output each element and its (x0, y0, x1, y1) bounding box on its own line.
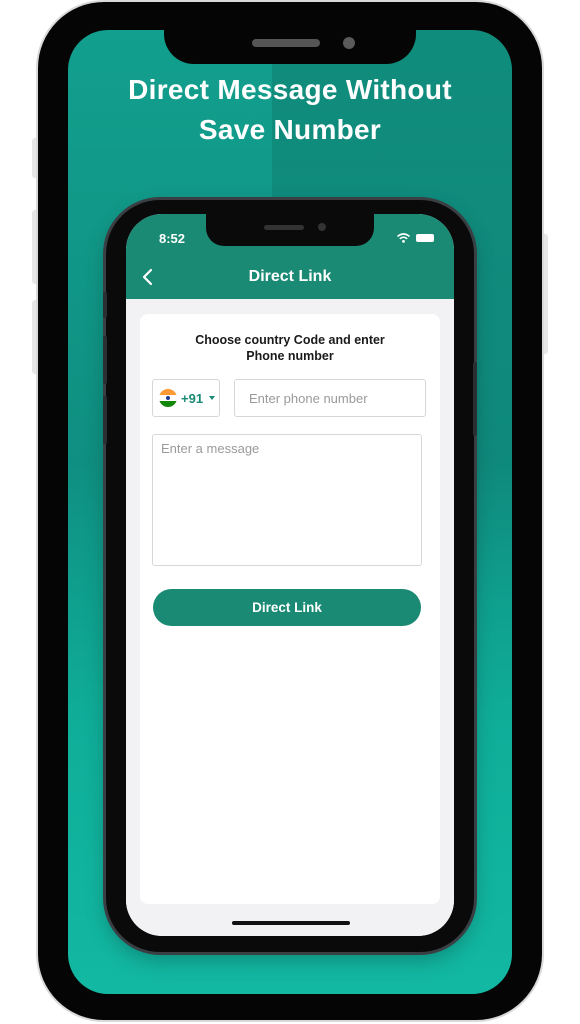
notch-camera (343, 37, 355, 49)
message-input[interactable] (152, 434, 422, 566)
wifi-icon (397, 233, 410, 243)
inner-power-button (473, 362, 477, 436)
direct-link-button[interactable]: Direct Link (153, 589, 421, 626)
inner-silent-switch (103, 292, 107, 318)
caret-down-icon (209, 396, 216, 400)
phone-number-input[interactable] (234, 379, 426, 417)
home-indicator (232, 921, 350, 925)
promo-headline: Direct Message Without Save Number (68, 70, 512, 150)
dial-code: +91 (181, 390, 204, 406)
country-code-picker[interactable]: +91 (152, 379, 220, 417)
outer-phone-notch (164, 2, 416, 64)
notch-speaker (252, 39, 320, 47)
status-icons (397, 233, 434, 243)
form-title-line2: Phone number (246, 349, 334, 363)
inner-phone-notch (206, 214, 374, 246)
form-title-line1: Choose country Code and enter (195, 333, 385, 347)
inner-notch-speaker (264, 225, 304, 230)
direct-link-form-card: Choose country Code and enter Phone numb… (140, 314, 440, 904)
header-title: Direct Link (248, 268, 332, 285)
status-time: 8:52 (159, 231, 186, 246)
form-title: Choose country Code and enter Phone numb… (150, 332, 430, 364)
inner-volume-down-button (103, 396, 107, 444)
battery-icon (416, 234, 434, 242)
outer-power-button (542, 234, 548, 354)
promo-headline-line2: Save Number (198, 114, 382, 145)
inner-volume-up-button (103, 336, 107, 384)
promo-headline-line1: Direct Message Without (128, 74, 452, 105)
app-screen: 8:52 Direct Link Choose country Code and… (126, 214, 454, 936)
india-flag-icon (159, 389, 177, 407)
inner-notch-camera (318, 223, 326, 231)
app-header: 8:52 Direct Link (126, 214, 454, 299)
inner-phone-frame: 8:52 Direct Link Choose country Code and… (106, 200, 474, 952)
